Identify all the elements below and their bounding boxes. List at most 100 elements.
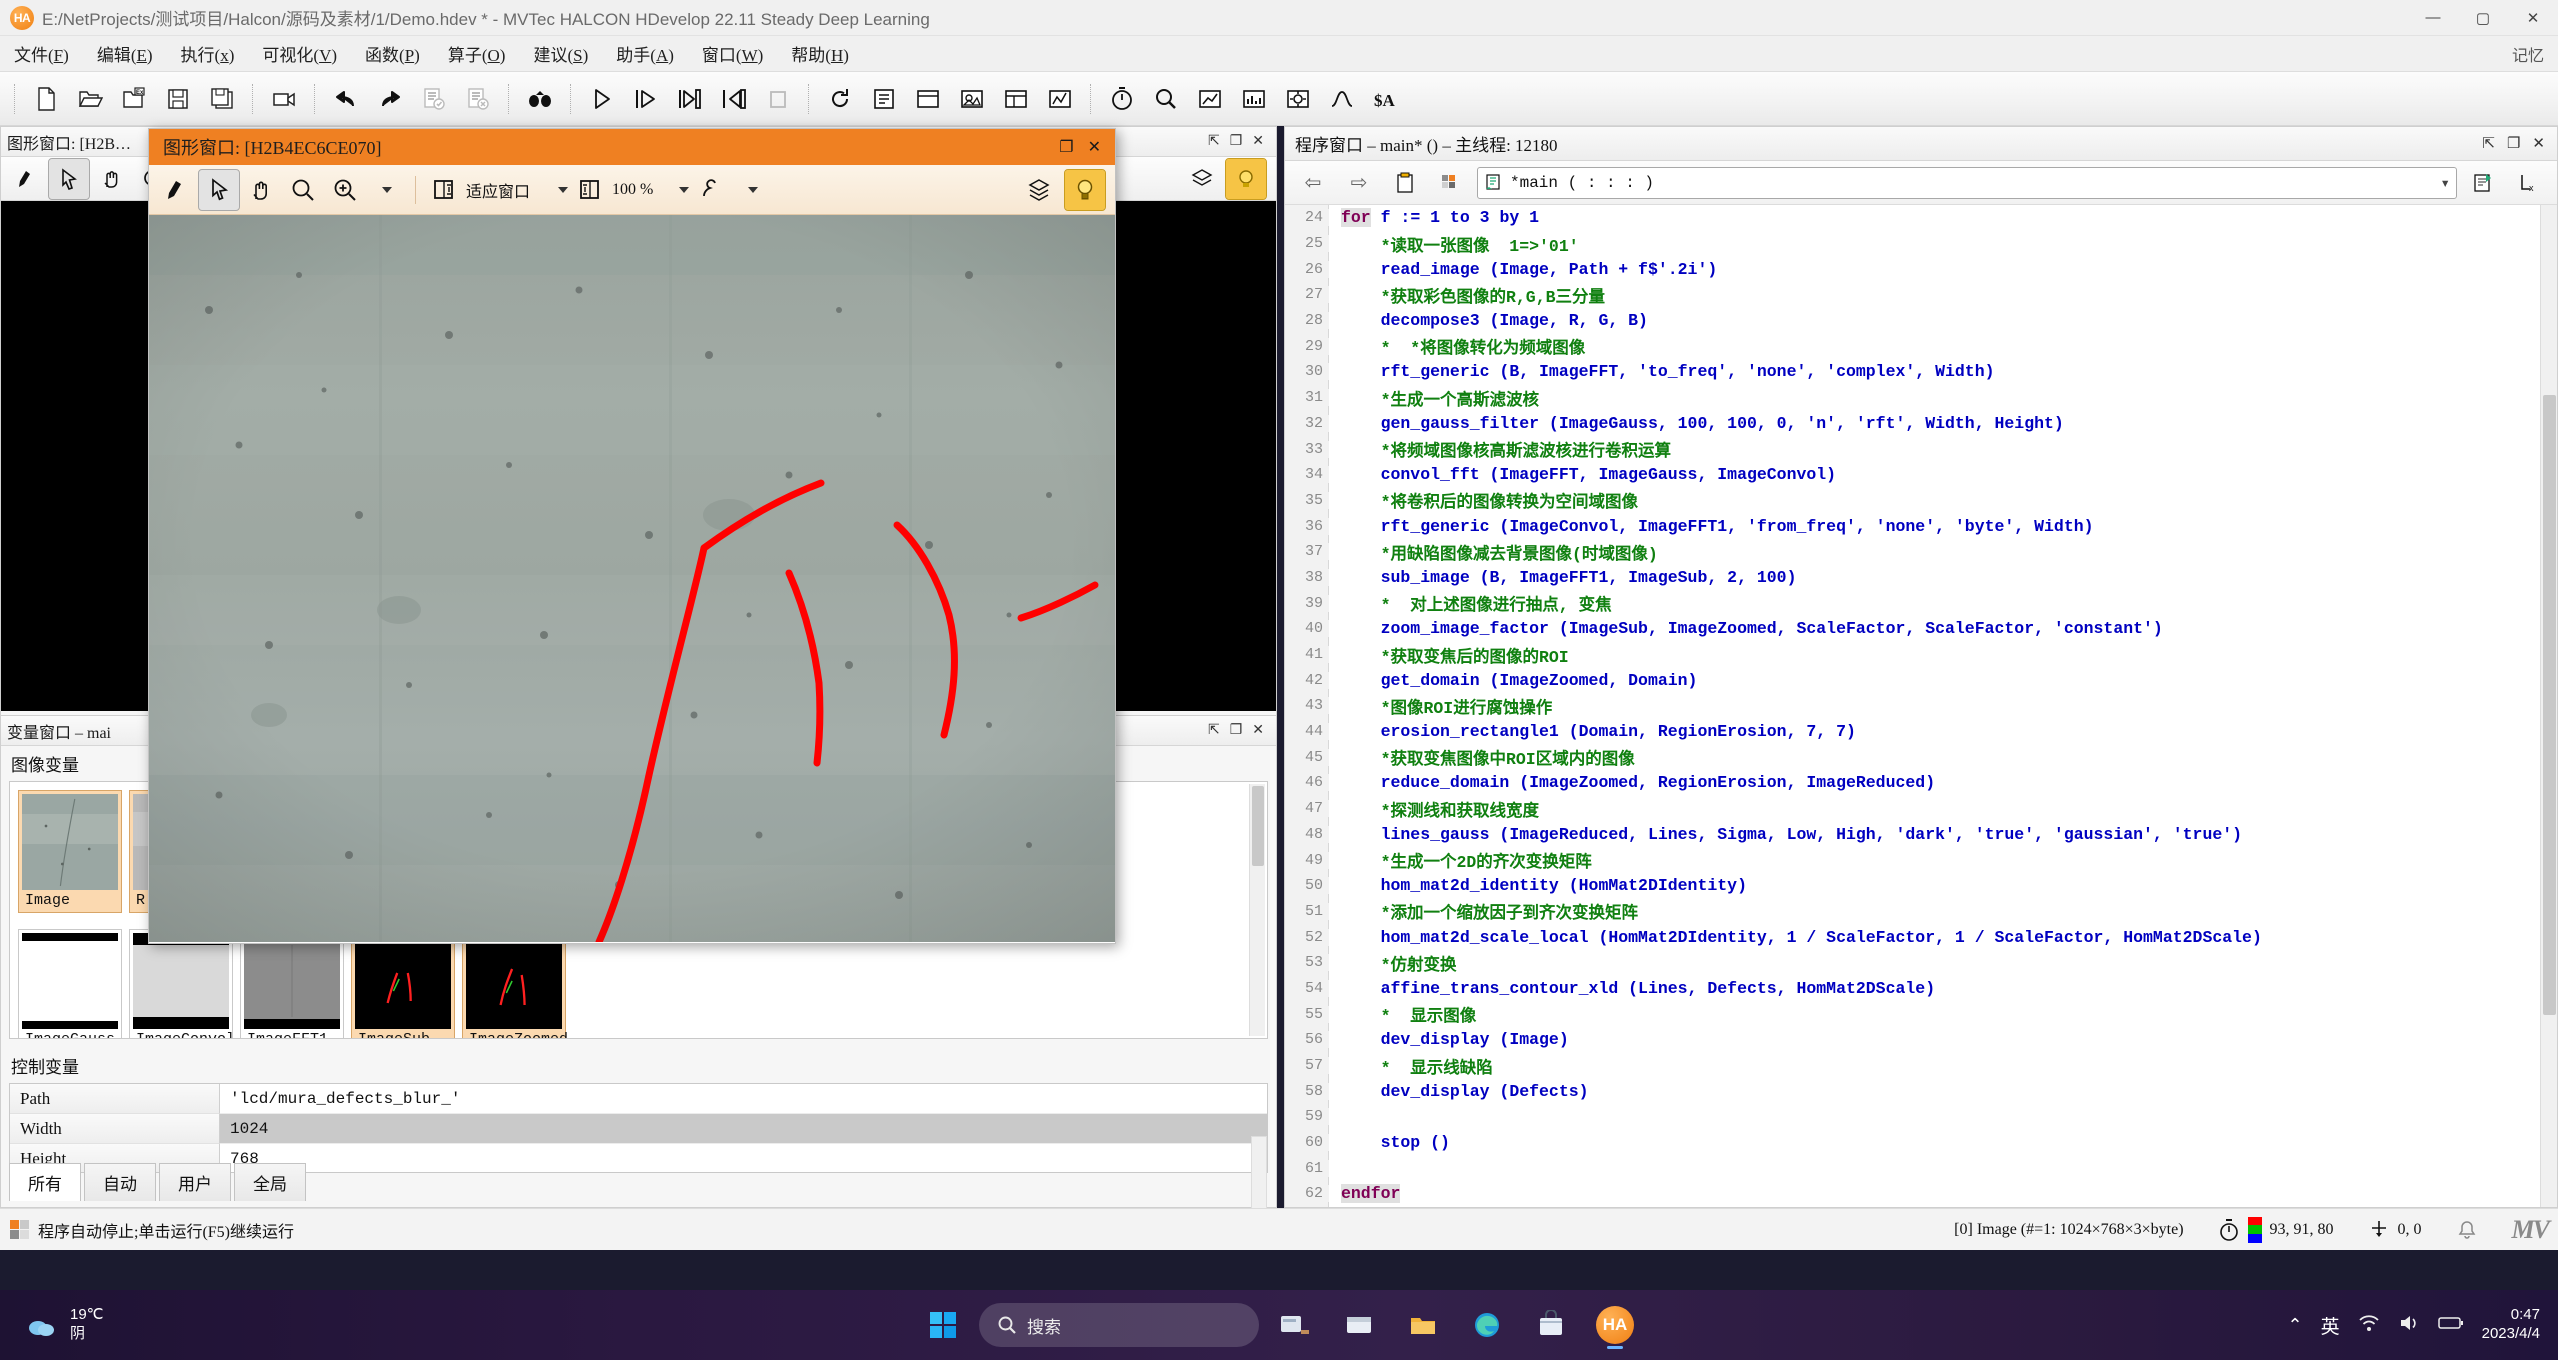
code-scrollbar[interactable] [2540,205,2557,1207]
code-line[interactable]: 60➡ stop () [1285,1130,2557,1156]
code-line[interactable]: 56 dev_display (Image) [1285,1027,2557,1053]
minimize-button[interactable]: — [2408,0,2458,36]
palette-icon[interactable] [1431,163,1471,203]
table-row[interactable]: Path 'lcd/mura_defects_blur_' [10,1084,1267,1114]
network-icon[interactable] [2358,1313,2380,1337]
thumbnail-item[interactable]: Image [18,790,122,913]
save-icon[interactable] [158,79,198,119]
floating-window-titlebar[interactable]: 图形窗口: [H2B4EC6CE070] ❐ ✕ [149,129,1115,165]
nav-forward-button[interactable]: ⇨ [1339,163,1379,203]
pan-icon[interactable] [241,170,281,210]
curve-icon[interactable] [1322,79,1362,119]
close-icon[interactable]: ✕ [1088,137,1101,157]
code-line[interactable]: 35 *将卷积后的图像转换为空间域图像 [1285,488,2557,514]
thumbnail-item[interactable]: ImageConvol [129,929,235,1038]
nav-back-button[interactable]: ⇦ [1293,163,1333,203]
variable-icon[interactable] [996,79,1036,119]
text-icon[interactable]: $A [1366,79,1406,119]
code-line[interactable]: 46 reduce_domain (ImageZoomed, RegionEro… [1285,770,2557,796]
code-line[interactable]: 40 zoom_image_factor (ImageSub, ImageZoo… [1285,616,2557,642]
brush-icon[interactable] [7,159,47,199]
ime-indicator[interactable]: 英 [2321,1312,2340,1339]
store-icon[interactable] [1523,1297,1579,1353]
tools-icon[interactable] [1278,79,1318,119]
fit-mode-selector[interactable]: 适应窗口 [466,178,569,202]
volume-icon[interactable] [2398,1313,2420,1337]
code-line[interactable]: 50 hom_mat2d_identity (HomMat2DIdentity) [1285,873,2557,899]
tab-all[interactable]: 所有 [9,1163,81,1201]
notification-group[interactable] [2456,1219,2478,1241]
close-icon[interactable]: ✕ [2532,134,2545,153]
code-line[interactable]: 61 [1285,1155,2557,1181]
chevron-down-icon[interactable]: ▾ [2440,173,2450,193]
restore-icon[interactable]: ❐ [1230,722,1243,739]
taskbar-clock[interactable]: 0:47 2023/4/4 [2482,1306,2540,1344]
bell-icon[interactable] [2456,1219,2478,1241]
folder-icon[interactable] [1395,1297,1451,1353]
code-line[interactable]: 57 * 显示线缺陷 [1285,1053,2557,1079]
new-procedure-icon[interactable] [2463,163,2503,203]
code-line[interactable]: 27 *获取彩色图像的R,G,B三分量 [1285,282,2557,308]
menu-window[interactable]: 窗口(W) [688,37,777,70]
maximize-button[interactable]: ▢ [2458,0,2508,36]
lamp-icon[interactable] [1064,168,1106,211]
code-line[interactable]: 32 gen_gauss_filter (ImageGauss, 100, 10… [1285,411,2557,437]
thumbnail-item[interactable]: ImageSub [351,929,455,1038]
code-line[interactable]: 49 *生成一个2D的齐次变换矩阵 [1285,847,2557,873]
control-variables-table[interactable]: Path 'lcd/mura_defects_blur_' Width 1024… [9,1083,1268,1226]
timer-icon[interactable] [1102,79,1142,119]
tab-auto[interactable]: 自动 [84,1163,156,1201]
menu-execute[interactable]: 执行(x) [167,37,249,70]
menu-edit[interactable]: 编辑(E) [83,37,167,70]
save-as-icon[interactable] [202,79,242,119]
graphics-canvas[interactable] [149,215,1115,942]
edge-icon[interactable] [1459,1297,1515,1353]
contour-dropdown-caret[interactable] [733,170,773,210]
layers-icon[interactable] [1019,170,1059,210]
code-line[interactable]: 59 [1285,1104,2557,1130]
code-line[interactable]: 62 endfor [1285,1181,2557,1207]
tray-chevron-icon[interactable]: ⌃ [2288,1315,2303,1336]
code-lines[interactable]: 24 for f := 1 to 3 by 1 25 *读取一张图像 1=>'01'… [1285,205,2557,1207]
code-line[interactable]: 38 sub_image (B, ImageFFT1, ImageSub, 2,… [1285,565,2557,591]
brush-icon[interactable] [157,170,197,210]
code-line[interactable]: 34 convol_fft (ImageFFT, ImageGauss, Ima… [1285,462,2557,488]
menu-help[interactable]: 帮助(H) [777,37,863,70]
uncomment-icon[interactable] [458,79,498,119]
pin-icon[interactable]: ⇱ [1208,722,1220,739]
menu-visualization[interactable]: 可视化(V) [248,37,351,70]
code-line[interactable]: 48 lines_gauss (ImageReduced, Lines, Sig… [1285,822,2557,848]
weather-widget[interactable]: 19℃ 阴 [0,1306,104,1344]
code-line[interactable]: 33 *将频域图像核高斯滤波核进行卷积运算 [1285,436,2557,462]
restore-icon[interactable]: ❐ [2507,134,2520,153]
delete-procedure-icon[interactable]: x [2509,163,2549,203]
explorer-icon[interactable] [1331,1297,1387,1353]
battery-icon[interactable] [2437,1315,2464,1335]
redo-icon[interactable] [370,79,410,119]
open-example-icon[interactable]: Ex [114,79,154,119]
step-over-icon[interactable] [626,79,666,119]
stop-icon[interactable] [758,79,798,119]
close-button[interactable]: ✕ [2508,0,2558,36]
thumbnail-item[interactable]: ImageGauss [18,929,122,1038]
histogram-icon[interactable] [1234,79,1274,119]
code-line[interactable]: 54 affine_trans_contour_xld (Lines, Defe… [1285,976,2557,1002]
code-line[interactable]: 29 * *将图像转化为频域图像 [1285,333,2557,359]
halcon-icon[interactable]: HA [1587,1297,1643,1353]
zoom-in-icon[interactable] [325,170,365,210]
restore-icon[interactable]: ❐ [1059,137,1073,157]
camera-icon[interactable] [264,79,304,119]
code-line[interactable]: 30 rft_generic (B, ImageFFT, 'to_freq', … [1285,359,2557,385]
code-line[interactable]: 28 decompose3 (Image, R, G, B) [1285,308,2557,334]
thumbnail-item[interactable]: ImageFFT1 [240,929,344,1038]
run-icon[interactable] [582,79,622,119]
code-line[interactable]: 55 * 显示图像 [1285,1001,2557,1027]
procedure-selector[interactable]: *main ( : : : ) ▾ [1477,166,2457,199]
layers-icon[interactable] [1182,159,1222,199]
code-line[interactable]: 44 erosion_rectangle1 (Domain, RegionEro… [1285,719,2557,745]
close-icon[interactable]: ✕ [1252,722,1264,739]
lamp-icon[interactable] [1225,157,1267,200]
comment-icon[interactable] [414,79,454,119]
new-file-icon[interactable] [26,79,66,119]
code-line[interactable]: 24 for f := 1 to 3 by 1 [1285,205,2557,231]
